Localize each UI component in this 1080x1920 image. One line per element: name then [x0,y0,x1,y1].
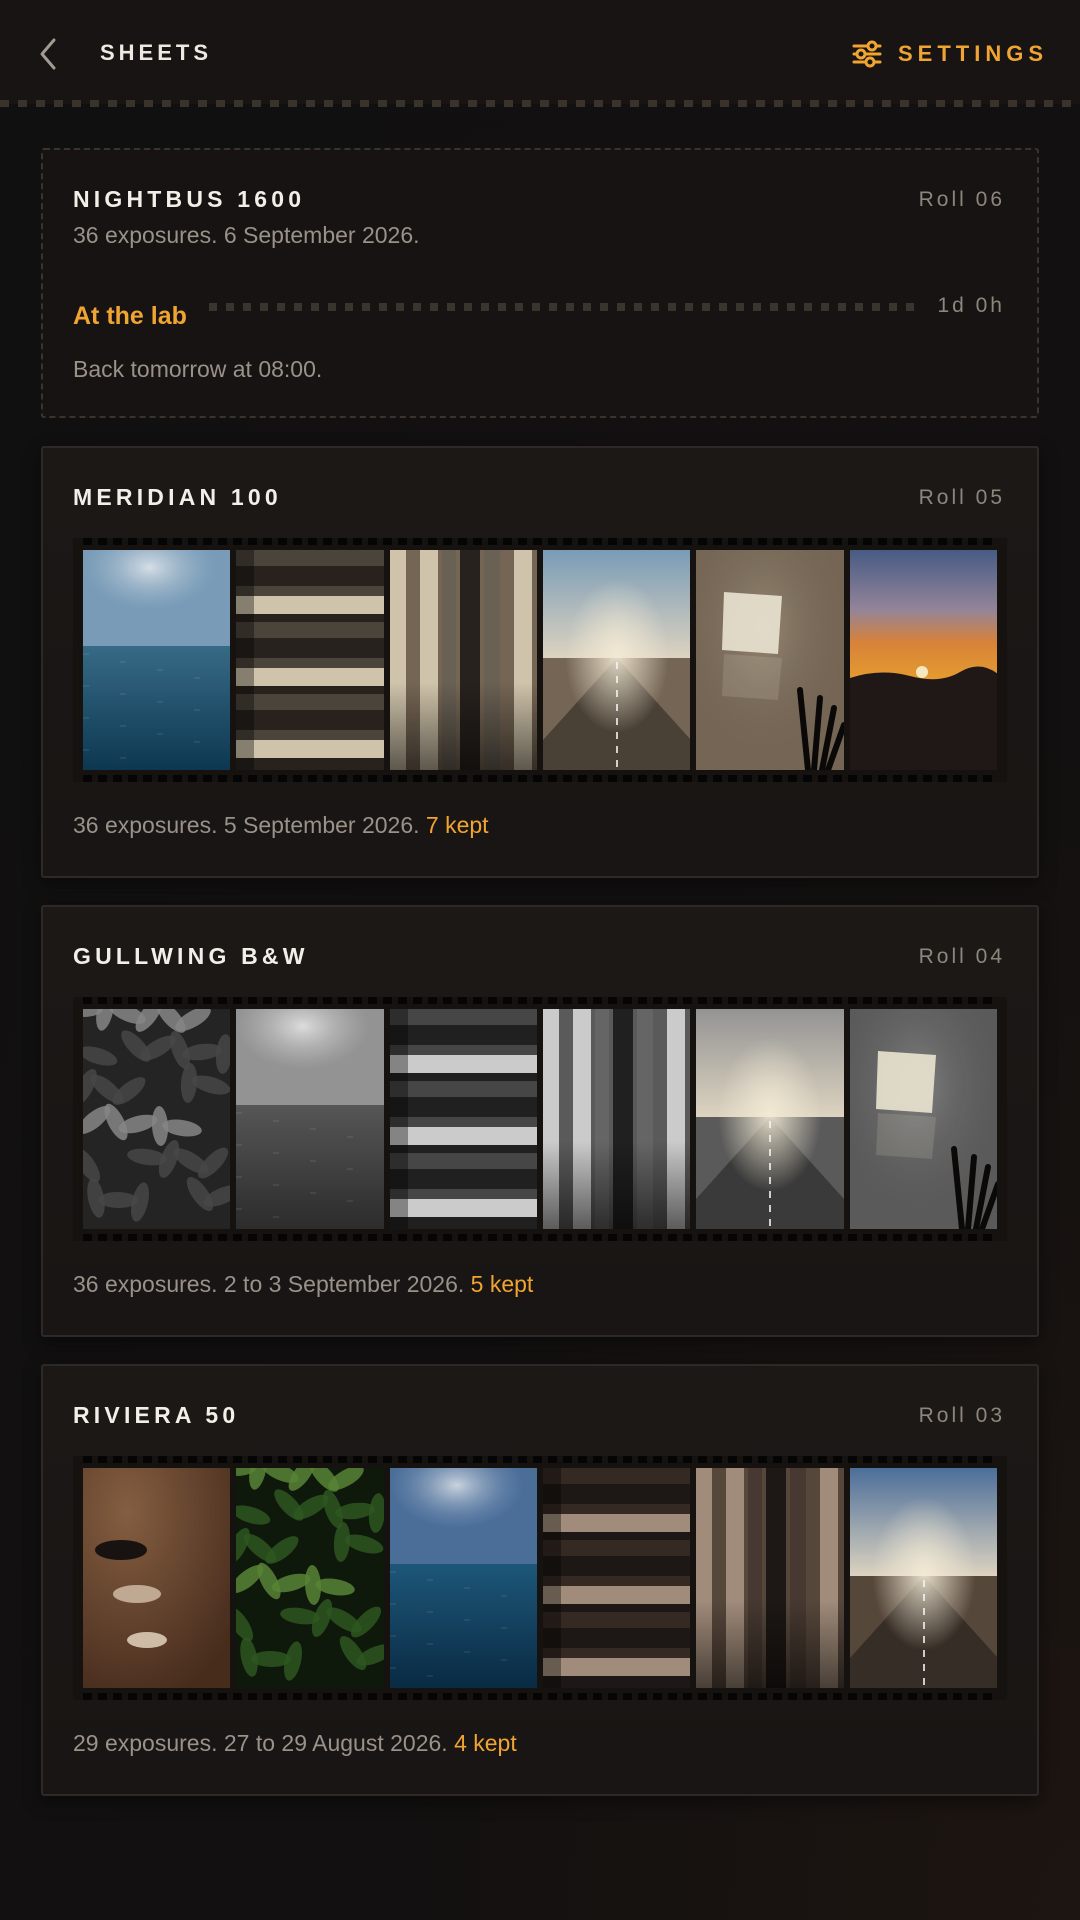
settings-label: SETTINGS [897,41,1048,66]
roll-meta: 29 exposures. 27 to 29 August 2026. 4 ke… [73,1730,517,1757]
back-label[interactable]: SHEETS [100,40,212,66]
roll-number: Roll 05 [918,486,1005,509]
lab-eta: 1d 0h [937,294,1005,317]
film-perforation-divider [0,100,1080,107]
film-frame-stripes-h[interactable] [542,1468,691,1688]
roll-card[interactable]: GULLWING B&W Roll 04 36 exposures. 2 to … [41,905,1039,1337]
film-frame-stripes-v[interactable] [389,550,537,770]
back-button[interactable] [30,34,70,74]
roll-card[interactable]: MERIDIAN 100 Roll 05 36 exposures. 5 Sep… [41,446,1039,878]
film-frame-leaves[interactable] [83,1009,231,1229]
film-frame-stones[interactable] [83,1468,231,1688]
film-frame-sea[interactable] [389,1468,537,1688]
film-frame-leaves[interactable] [236,1468,384,1688]
sliders-icon [852,40,882,68]
settings-button[interactable]: SETTINGS [852,38,1048,70]
roll-number: Roll 06 [918,188,1005,211]
filmstrip [73,538,1007,782]
kept-count[interactable]: 4 kept [454,1730,517,1756]
filmstrip [73,997,1007,1241]
sprocket-holes [83,1456,997,1463]
chevron-left-icon [40,38,56,70]
film-frame-sunset[interactable] [849,550,997,770]
film-frame-road[interactable] [696,1009,844,1229]
sprocket-holes [83,997,997,1004]
roll-meta: 36 exposures. 5 September 2026. 7 kept [73,812,489,839]
roll-meta-text: 36 exposures. 5 September 2026. [73,812,420,838]
roll-title: NIGHTBUS 1600 [73,186,306,212]
roll-meta-text: 29 exposures. 27 to 29 August 2026. [73,1730,448,1756]
roll-title: GULLWING B&W [73,943,309,969]
lab-note: Back tomorrow at 08:00. [73,356,323,382]
sprocket-holes [83,1693,997,1700]
film-frame-window[interactable] [696,550,844,770]
filmstrip [73,1456,1007,1700]
roll-number: Roll 03 [918,1404,1005,1427]
film-frame-stripes-h[interactable] [389,1009,537,1229]
film-frame-stripes-v[interactable] [696,1468,844,1688]
film-frame-road[interactable] [849,1468,997,1688]
roll-title: RIVIERA 50 [73,1402,240,1428]
film-frame-stripes-v[interactable] [542,1009,691,1229]
lab-status: At the lab [73,302,187,330]
pending-roll-card[interactable]: NIGHTBUS 1600 Roll 06 36 exposures. 6 Se… [41,148,1039,418]
top-bar: SHEETS SETTINGS [0,0,1080,104]
roll-meta-text: 36 exposures. 2 to 3 September 2026. [73,1271,465,1297]
roll-meta: 36 exposures. 2 to 3 September 2026. 5 k… [73,1271,533,1298]
film-frame-window[interactable] [849,1009,997,1229]
film-frame-sea[interactable] [236,1009,384,1229]
roll-meta: 36 exposures. 6 September 2026. [73,222,420,248]
roll-title: MERIDIAN 100 [73,484,282,510]
roll-number: Roll 04 [918,945,1005,968]
roll-card[interactable]: RIVIERA 50 Roll 03 29 exposures. 27 to 2… [41,1364,1039,1796]
film-frame-sea[interactable] [83,550,231,770]
kept-count[interactable]: 7 kept [426,812,489,838]
sprocket-holes [83,775,997,782]
film-frame-road[interactable] [542,550,691,770]
sprocket-holes [83,1234,997,1241]
sprocket-holes [83,538,997,545]
film-frame-stripes-h[interactable] [236,550,384,770]
kept-count[interactable]: 5 kept [471,1271,534,1297]
lab-progress-track [209,303,921,311]
